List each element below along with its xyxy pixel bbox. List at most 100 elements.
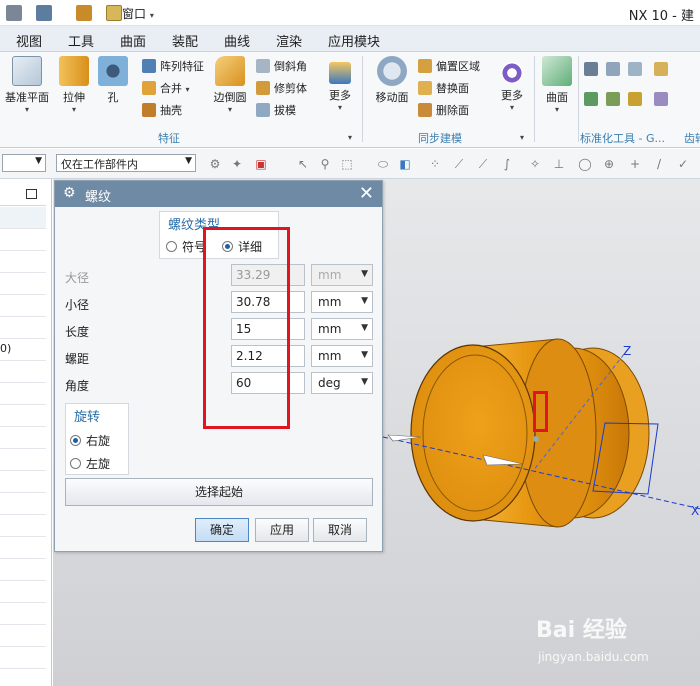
standard-tool-8[interactable] [654, 92, 672, 106]
list-item[interactable] [0, 647, 46, 669]
length-unit[interactable]: mm ▼ [311, 318, 373, 340]
tab-tools[interactable]: 工具 [68, 31, 94, 50]
curve-icon[interactable]: ∫ [500, 157, 514, 171]
move-face-button[interactable]: 移动面 [372, 56, 412, 105]
tab-curve[interactable]: 曲线 [224, 31, 250, 50]
line-icon[interactable]: ⟋ [452, 157, 466, 171]
select-all-icon[interactable]: ▣ [254, 157, 268, 171]
standard-tool-2[interactable] [606, 62, 624, 76]
select-start-button[interactable]: 选择起始 [65, 478, 373, 506]
ok-button[interactable]: 确定 [195, 518, 249, 542]
tab-view[interactable]: 视图 [16, 31, 42, 50]
plus-icon[interactable]: + [628, 157, 642, 171]
cube-icon[interactable]: ◧ [398, 157, 412, 171]
standard-tool-3[interactable] [628, 62, 646, 76]
list-item[interactable] [0, 317, 46, 339]
maximize-icon[interactable] [26, 189, 37, 199]
draft-button[interactable]: 拔模 [256, 102, 296, 118]
cylinder-icon[interactable]: ⬭ [376, 157, 390, 171]
offset-region-button[interactable]: 偏置区域 [418, 58, 480, 74]
feature-group-expand[interactable]: ▾ [348, 130, 352, 143]
standard-tool-7[interactable] [628, 92, 646, 106]
list-item[interactable] [0, 603, 46, 625]
list-item[interactable] [0, 405, 46, 427]
list-item[interactable] [0, 537, 46, 559]
center-icon[interactable]: ◯ [578, 157, 592, 171]
list-item-label: 0) [0, 342, 12, 355]
apply-button[interactable]: 应用 [255, 518, 309, 542]
list-item[interactable] [0, 449, 46, 471]
minor-diameter-label: 小径 [65, 298, 90, 312]
trim-body-button[interactable]: 修剪体 [256, 80, 307, 96]
unite-button[interactable]: 合并 ▾ [142, 80, 190, 96]
list-item[interactable] [0, 515, 46, 537]
window-icon[interactable] [106, 5, 122, 21]
type-filter-dropdown[interactable]: ▼ [2, 154, 46, 172]
list-item[interactable] [0, 581, 46, 603]
standard-tool-1[interactable] [584, 62, 602, 76]
list-item[interactable] [0, 207, 46, 229]
list-item[interactable] [0, 273, 46, 295]
window-menu[interactable]: 窗口 ▾ [122, 5, 154, 22]
tab-assembly[interactable]: 装配 [172, 31, 198, 50]
surface-button[interactable]: 曲面 ▾ [540, 56, 574, 114]
standard-tool-4[interactable] [654, 62, 672, 76]
origin-point[interactable] [533, 436, 539, 442]
list-item[interactable] [0, 361, 46, 383]
tab-surface[interactable]: 曲面 [120, 31, 146, 50]
standard-tool-5[interactable] [584, 92, 602, 106]
replace-face-button[interactable]: 替换面 [418, 80, 469, 96]
standard-tool-6[interactable] [606, 92, 624, 106]
left-hand-radio[interactable]: 左旋 [70, 455, 110, 472]
pointer-icon[interactable]: ↖ [296, 157, 310, 171]
extrude-button[interactable]: 拉伸 ▾ [56, 56, 92, 114]
points-icon[interactable]: ⁘ [428, 157, 442, 171]
list-item[interactable] [0, 559, 46, 581]
right-hand-radio[interactable]: 右旋 [70, 432, 110, 449]
snap-icon[interactable]: ⚙ [208, 157, 222, 171]
tangent-icon[interactable]: ⊥ [552, 157, 566, 171]
cancel-button[interactable]: 取消 [313, 518, 367, 542]
list-item[interactable] [0, 427, 46, 449]
feature-more-button[interactable]: 更多 ▾ [322, 56, 358, 112]
selection-scope-dropdown[interactable]: 仅在工作部件内 ▼ [56, 154, 196, 172]
pitch-unit[interactable]: mm ▼ [311, 345, 373, 367]
list-item[interactable] [0, 251, 46, 273]
minor-diameter-unit[interactable]: mm ▼ [311, 291, 373, 313]
list-item[interactable]: 0) [0, 339, 46, 361]
hole-button[interactable]: 孔 [98, 56, 128, 105]
tab-application[interactable]: 应用模块 [328, 31, 380, 50]
list-item[interactable] [0, 625, 46, 647]
brush-icon[interactable] [76, 5, 92, 21]
save-icon[interactable] [6, 5, 22, 21]
close-icon[interactable]: ✕ [359, 183, 374, 204]
list-item[interactable] [0, 471, 46, 493]
edge-blend-button[interactable]: 边倒圆 ▾ [210, 56, 250, 114]
list-item[interactable] [0, 383, 46, 405]
quadrant-icon[interactable]: ⊕ [602, 157, 616, 171]
list-item[interactable] [0, 295, 46, 317]
gear-icon[interactable]: ⚙ [63, 185, 76, 201]
tab-render[interactable]: 渲染 [276, 31, 302, 50]
datum-plane-button[interactable]: 基准平面 ▾ [4, 56, 50, 114]
sync-more-button[interactable]: 更多 ▾ [494, 56, 530, 112]
angle-unit[interactable]: deg ▼ [311, 372, 373, 394]
slash-icon[interactable]: / [652, 157, 666, 171]
shell-button[interactable]: 抽壳 [142, 102, 182, 118]
front-face[interactable] [410, 344, 536, 522]
box-select-icon[interactable]: ⬚ [340, 157, 354, 171]
major-diameter-unit[interactable]: mm ▼ [311, 264, 373, 286]
pattern-feature-button[interactable]: 阵列特征 [142, 58, 204, 74]
type-symbolic-radio[interactable]: 符号 [166, 238, 206, 255]
component-icon[interactable]: ⚲ [318, 157, 332, 171]
extra-icon[interactable]: ✓ [676, 157, 690, 171]
clipboard-icon[interactable] [36, 5, 52, 21]
list-item[interactable] [0, 229, 46, 251]
sync-group-expand[interactable]: ▾ [520, 130, 524, 143]
list-item[interactable] [0, 493, 46, 515]
end-point-icon[interactable]: ⟋ [476, 157, 490, 171]
delete-face-button[interactable]: 删除面 [418, 102, 469, 118]
filter-icon[interactable]: ✦ [230, 157, 244, 171]
chamfer-button[interactable]: 倒斜角 [256, 58, 307, 74]
intersection-icon[interactable]: ✧ [528, 157, 542, 171]
